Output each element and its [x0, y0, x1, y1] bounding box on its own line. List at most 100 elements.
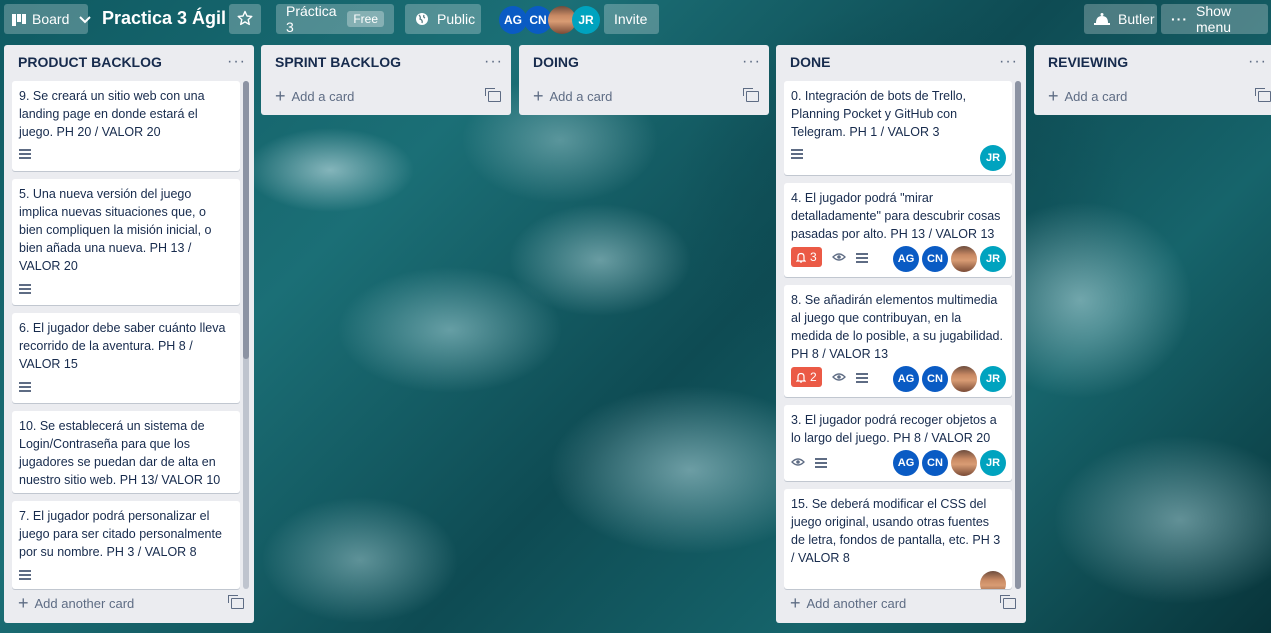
member-avatar-ag[interactable]: AG	[893, 366, 919, 392]
card[interactable]: 5. Una nueva versión del juego implica n…	[12, 179, 240, 305]
list-doing: DOING ··· + Add a card	[519, 45, 769, 115]
plus-icon: +	[275, 86, 286, 106]
description-icon	[19, 570, 31, 579]
board-title[interactable]: Practica 3 Ágil	[102, 8, 226, 29]
list-product-backlog: PRODUCT BACKLOG ··· 9. Se creará un siti…	[4, 45, 254, 623]
description-icon	[19, 149, 31, 158]
butler-label: Butler	[1118, 11, 1155, 27]
eye-icon	[791, 455, 805, 469]
member-avatar-jr[interactable]: JR	[980, 366, 1006, 392]
board-icon	[12, 13, 26, 26]
team-button[interactable]: Práctica 3 Free	[276, 3, 394, 35]
member-avatar-ag[interactable]: AG	[893, 450, 919, 476]
plus-icon: +	[533, 86, 544, 106]
add-card-label: Add a card	[1064, 88, 1128, 104]
card-title: 8. Se añadirán elementos multimedia al j…	[791, 293, 1003, 361]
card[interactable]: 0. Integración de bots de Trello, Planni…	[784, 81, 1012, 175]
star-icon	[237, 10, 253, 29]
member-avatar-jr[interactable]: JR	[980, 145, 1006, 171]
card-title: 6. El jugador debe saber cuánto lleva re…	[19, 321, 226, 371]
card[interactable]: 8. Se añadirán elementos multimedia al j…	[784, 285, 1012, 397]
list-title[interactable]: DONE	[790, 54, 999, 70]
add-card-button[interactable]: + Add a card	[1048, 86, 1271, 106]
member-avatar-photo[interactable]	[951, 366, 977, 392]
list-menu-icon[interactable]: ···	[742, 53, 761, 71]
eye-icon	[831, 370, 846, 384]
card[interactable]: 9. Se creará un sitio web con una landin…	[12, 81, 240, 171]
board-switcher-button[interactable]: Board	[4, 4, 92, 34]
team-name: Práctica 3	[286, 3, 337, 35]
member-avatar-ag[interactable]: AG	[499, 6, 527, 34]
card[interactable]: 3. El jugador podrá recoger objetos a lo…	[784, 405, 1012, 481]
member-avatar-photo[interactable]	[951, 246, 977, 272]
description-icon	[19, 284, 31, 293]
list-menu-icon[interactable]: ···	[1248, 53, 1267, 71]
card[interactable]: 15. Se deberá modificar el CSS del juego…	[784, 489, 1012, 589]
more-icon: ···	[1171, 11, 1188, 27]
card-title: 5. Una nueva versión del juego implica n…	[19, 187, 212, 273]
list-title[interactable]: PRODUCT BACKLOG	[18, 54, 227, 70]
card-title: 0. Integración de bots de Trello, Planni…	[791, 89, 967, 139]
visibility-button[interactable]: Public	[405, 4, 481, 34]
list-header: PRODUCT BACKLOG ···	[4, 45, 254, 79]
list-header: DONE ···	[776, 45, 1026, 79]
description-icon	[855, 252, 868, 262]
member-avatar-photo[interactable]	[980, 571, 1006, 589]
chevron-down-icon	[79, 11, 92, 27]
list-menu-icon[interactable]: ···	[227, 53, 246, 71]
template-icon[interactable]	[1255, 87, 1271, 102]
card[interactable]: 7. El jugador podrá personalizar el jueg…	[12, 501, 240, 589]
list-scrollbar[interactable]	[243, 81, 249, 589]
bell-icon	[796, 372, 806, 383]
template-icon[interactable]	[743, 87, 759, 102]
description-icon	[19, 382, 31, 391]
description-icon	[791, 149, 803, 158]
description-icon	[815, 457, 827, 467]
member-avatar-jr[interactable]: JR	[572, 6, 600, 34]
plan-badge: Free	[347, 11, 384, 27]
invite-button[interactable]: Invite	[604, 4, 659, 34]
card-title: 10. Se establecerá un sistema de Login/C…	[19, 419, 221, 487]
butler-button[interactable]: Butler	[1084, 4, 1157, 34]
notification-badge: 2	[791, 367, 822, 387]
list-scroll-thumb[interactable]	[1015, 81, 1021, 589]
member-avatar-cn[interactable]: CN	[922, 366, 948, 392]
list-header: REVIEWING ···	[1034, 45, 1271, 79]
member-avatar-ag[interactable]: AG	[893, 246, 919, 272]
card-title: 9. Se creará un sitio web con una landin…	[19, 89, 205, 139]
card-title: 15. Se deberá modificar el CSS del juego…	[791, 497, 1001, 565]
list-menu-icon[interactable]: ···	[484, 53, 503, 71]
member-avatar-cn[interactable]: CN	[922, 450, 948, 476]
list-scroll-thumb[interactable]	[243, 81, 249, 359]
add-card-button[interactable]: + Add another card	[18, 593, 244, 613]
star-button[interactable]	[229, 4, 261, 34]
show-menu-button[interactable]: ··· Show menu	[1161, 3, 1268, 35]
card[interactable]: 6. El jugador debe saber cuánto lleva re…	[12, 313, 240, 403]
list-reviewing: REVIEWING ··· + Add a card	[1034, 45, 1271, 115]
card[interactable]: 10. Se establecerá un sistema de Login/C…	[12, 411, 240, 493]
add-card-label: Add a card	[291, 88, 355, 104]
list-title[interactable]: REVIEWING	[1048, 54, 1248, 70]
board-switcher-label: Board	[32, 11, 70, 27]
list-menu-icon[interactable]: ···	[999, 53, 1018, 71]
add-card-button[interactable]: + Add a card	[275, 86, 501, 106]
eye-icon	[831, 250, 846, 264]
member-avatar-cn[interactable]: CN	[922, 246, 948, 272]
template-icon[interactable]	[228, 594, 244, 609]
template-icon[interactable]	[485, 87, 501, 102]
card[interactable]: 4. El jugador podrá "mirar detalladament…	[784, 183, 1012, 277]
list-header: SPRINT BACKLOG ···	[261, 45, 511, 79]
list-done: DONE ··· 0. Integración de bots de Trell…	[776, 45, 1026, 623]
list-title[interactable]: SPRINT BACKLOG	[275, 54, 484, 70]
template-icon[interactable]	[1000, 594, 1016, 609]
member-avatar-photo[interactable]	[951, 450, 977, 476]
plus-icon: +	[1048, 86, 1059, 106]
add-card-button[interactable]: + Add a card	[533, 86, 759, 106]
plus-icon: +	[790, 593, 801, 613]
list-title[interactable]: DOING	[533, 54, 742, 70]
add-card-button[interactable]: + Add another card	[790, 593, 1016, 613]
member-avatar-jr[interactable]: JR	[980, 246, 1006, 272]
member-avatar-jr[interactable]: JR	[980, 450, 1006, 476]
list-scrollbar[interactable]	[1015, 81, 1021, 589]
add-card-label: Add a card	[549, 88, 613, 104]
